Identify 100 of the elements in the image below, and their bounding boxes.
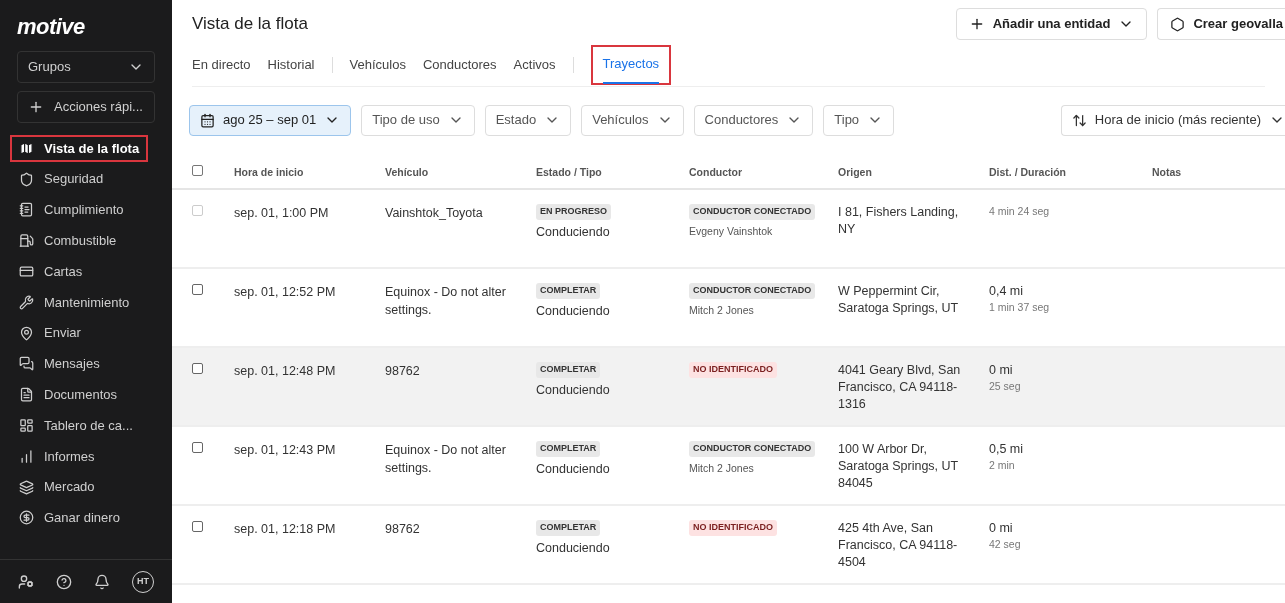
sidebar-item[interactable]: Ganar dinero (10, 504, 129, 532)
duration: 42 seg (989, 537, 1022, 552)
table-cell-text: Conduciendo (536, 223, 610, 241)
layers-icon (19, 479, 34, 495)
row-checkbox[interactable] (192, 363, 203, 374)
filter-dropdown[interactable]: Tipo de uso (361, 104, 475, 136)
table-cell-text: Vainshtok_Toyota (385, 205, 484, 222)
status-badge: CONDUCTOR CONECTADO (689, 204, 816, 220)
fuel-pump-icon (19, 233, 34, 249)
table-cell-text: Conduciendo (536, 302, 610, 320)
sort-dropdown[interactable]: Hora de inicio (más reciente) (1060, 104, 1285, 136)
table-cell-text: Equinox - Do not alter settings. (385, 442, 507, 477)
help-icon[interactable] (56, 573, 72, 590)
map-pin-icon (19, 325, 34, 341)
add-entity-button[interactable]: Añadir una entidad (955, 8, 1148, 40)
status-badge: COMPLETAR (536, 441, 601, 457)
sidebar-item[interactable]: Mensajes (10, 350, 109, 378)
table-cell-text: Conduciendo (536, 381, 610, 399)
chart-icon (19, 448, 34, 464)
column-header[interactable]: Estado / Tipo (536, 165, 602, 178)
date-range-filter[interactable]: ago 25 – sep 01 (189, 104, 352, 136)
table-cell-text: Equinox - Do not alter settings. (385, 284, 507, 319)
tab[interactable]: Trayectos (590, 45, 672, 85)
filter-dropdown[interactable]: Tipo (823, 104, 895, 136)
groups-select[interactable]: Grupos (17, 51, 155, 83)
tab[interactable]: Vehículos (349, 47, 406, 83)
tab[interactable]: En directo (192, 47, 251, 83)
card-icon (19, 264, 34, 280)
column-header[interactable]: Hora de inicio (234, 165, 304, 178)
status-badge: COMPLETAR (536, 362, 601, 378)
sidebar-item[interactable]: Cumplimiento (10, 196, 133, 224)
page-title: Vista de la flota (192, 13, 308, 36)
sidebar-item[interactable]: Seguridad (10, 165, 113, 193)
sidebar-item[interactable]: Vista de la flota (10, 134, 149, 162)
wrench-icon (19, 294, 34, 310)
quick-actions-button[interactable]: Acciones rápi... (17, 91, 155, 123)
table-cell-text: 4041 Geary Blvd, San Francisco, CA 94118-1316 (838, 362, 962, 413)
table-cell-text: 425 4th Ave, San Francisco, CA 94118-4504 (838, 520, 959, 571)
status-badge: EN PROGRESO (536, 204, 611, 220)
dollar-icon (19, 510, 34, 526)
column-header[interactable]: Dist. / Duración (989, 165, 1066, 178)
status-badge: NO IDENTIFICADO (689, 520, 777, 536)
tab[interactable]: Historial (267, 47, 315, 83)
map-icon (19, 140, 34, 156)
sort-icon (1071, 112, 1087, 128)
sidebar-item[interactable]: Cartas (10, 258, 92, 286)
table-cell: sep. 01, 12:18 PM (234, 522, 336, 536)
sidebar-item[interactable]: Combustible (10, 227, 126, 255)
sidebar-item[interactable]: Mercado (10, 473, 104, 501)
row-checkbox[interactable] (192, 442, 203, 453)
plus-icon (28, 99, 44, 115)
filter-dropdown[interactable]: Conductores (693, 104, 814, 136)
table-cell-text: 98762 (385, 521, 421, 538)
duration: 1 min 37 seg (989, 300, 1051, 315)
status-badge: CONDUCTOR CONECTADO (689, 283, 816, 299)
column-header[interactable]: Conductor (689, 165, 743, 178)
column-header[interactable]: Notas (1152, 165, 1182, 178)
motive-logo[interactable]: motive (17, 9, 85, 43)
sidebar-item[interactable]: Enviar (10, 319, 90, 347)
column-header[interactable]: Vehículo (385, 165, 429, 178)
column-header[interactable]: Origen (838, 165, 872, 178)
driver-name: Evgeny Vainshtok (689, 223, 773, 239)
status-badge: CONDUCTOR CONECTADO (689, 441, 816, 457)
distance: 0 mi (989, 520, 1014, 537)
table-cell-text: W Peppermint Cir, Saratoga Springs, UT (838, 283, 960, 317)
table-row[interactable]: sep. 01, 12:48 PM 98762 COMPLETAR Conduciendo NO IDENTIFICADO 4041 Geary Blvd, San Francisco, CA 94118-1316 0 mi 25 seg (172, 348, 1285, 427)
distance: 0,5 mi (989, 441, 1025, 458)
table-cell-text: I 81, Fishers Landing, NY (838, 204, 960, 238)
sidebar-item[interactable]: Tablero de ca... (10, 412, 142, 440)
table-cell-text: Conduciendo (536, 539, 610, 557)
table-cell-text: 100 W Arbor Dr, Saratoga Springs, UT 84045 (838, 441, 959, 492)
driver-name: Mitch 2 Jones (689, 302, 754, 318)
shield-icon (19, 171, 34, 187)
filter-dropdown[interactable]: Estado (484, 104, 572, 136)
table-cell: sep. 01, 12:52 PM (234, 285, 336, 299)
sidebar-item[interactable]: Informes (10, 442, 104, 470)
create-geofence-button[interactable]: Crear geovalla (1157, 8, 1285, 40)
status-badge: COMPLETAR (536, 520, 601, 536)
calendar-icon (200, 112, 215, 128)
table-cell-text: Conduciendo (536, 460, 610, 478)
dashboard-icon (19, 418, 34, 434)
sidebar-item[interactable]: Documentos (10, 381, 126, 409)
duration: 2 min (989, 458, 1016, 473)
bell-icon[interactable] (94, 573, 110, 590)
table-cell: sep. 01, 12:43 PM (234, 443, 336, 457)
tab[interactable]: Activos (513, 47, 556, 83)
table-cell: sep. 01, 1:00 PM (234, 206, 329, 220)
messages-icon (19, 356, 34, 372)
sidebar-item[interactable]: Mantenimiento (10, 288, 139, 316)
row-checkbox[interactable] (192, 284, 203, 295)
document-icon (19, 387, 34, 403)
row-checkbox[interactable] (192, 521, 203, 532)
duration: 4 min 24 seg (989, 204, 1051, 219)
filter-dropdown[interactable]: Vehículos (581, 104, 684, 136)
tab[interactable]: Conductores (422, 47, 497, 83)
select-all-checkbox[interactable] (192, 165, 203, 176)
user-settings-icon[interactable] (18, 573, 34, 590)
table-cell: sep. 01, 12:48 PM (234, 364, 336, 378)
notebook-icon (19, 202, 34, 218)
distance: 0 mi (989, 362, 1014, 379)
